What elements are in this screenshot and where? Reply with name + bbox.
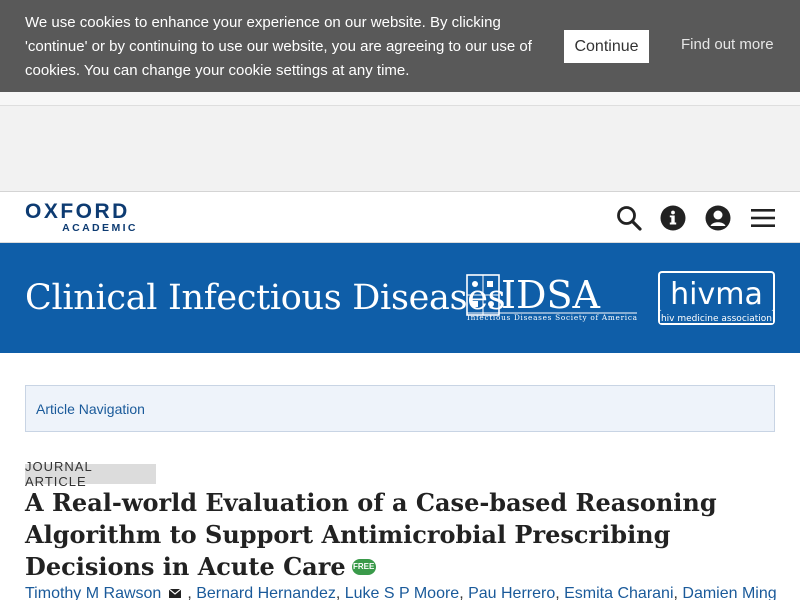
article-title: A Real-world Evaluation of a Case-based … [25, 487, 785, 583]
advertisement-strip [0, 92, 800, 106]
author-separator: , [335, 585, 345, 600]
site-header: OXFORD ACADEMIC [0, 192, 800, 243]
author-link[interactable]: Luke S P Moore [345, 585, 459, 600]
hivma-logo[interactable]: hivma hiv medicine association [658, 271, 775, 325]
author-link[interactable]: Damien Ming [682, 585, 776, 600]
find-out-more-link[interactable]: Find out more [681, 36, 774, 53]
author-link[interactable]: Pau Herrero [468, 585, 555, 600]
logo-sub-text: ACADEMIC [62, 222, 138, 234]
account-icon[interactable] [704, 204, 732, 232]
idsa-name: IDSA [501, 273, 601, 317]
idsa-logo[interactable]: IDSA Infectious Diseases Society of Amer… [466, 272, 638, 322]
menu-icon[interactable] [749, 204, 777, 232]
free-badge: FREE [351, 559, 376, 575]
info-icon[interactable] [659, 204, 687, 232]
oxford-academic-logo[interactable]: OXFORD ACADEMIC [25, 200, 141, 234]
author-link[interactable]: Timothy M Rawson [25, 585, 161, 600]
article-navigation-label: Article Navigation [36, 401, 145, 417]
hivma-name: hivma [670, 277, 763, 312]
journal-title[interactable]: Clinical Infectious Diseases [25, 278, 506, 318]
author-list: Timothy M Rawson, Bernard Hernandez, Luk… [25, 585, 800, 600]
article-navigation[interactable]: Article Navigation [25, 385, 775, 432]
idsa-subtitle: Infectious Diseases Society of America [467, 313, 638, 322]
author-link[interactable]: Esmita Charani [564, 585, 673, 600]
author-separator: , [459, 585, 469, 600]
cookie-message: We use cookies to enhance your experienc… [25, 14, 532, 79]
search-icon[interactable] [615, 204, 643, 232]
logo-main-text: OXFORD [25, 200, 130, 223]
email-icon[interactable] [169, 589, 182, 598]
continue-button[interactable]: Continue [564, 30, 649, 63]
author-separator: , [555, 585, 565, 600]
article-type-tag: JOURNAL ARTICLE [25, 459, 156, 489]
advertisement-area [0, 92, 800, 192]
author-link[interactable]: Bernard Hernandez [196, 585, 336, 600]
cookie-banner: We use cookies to enhance your experienc… [0, 0, 800, 92]
hivma-subtitle: hiv medicine association [661, 314, 772, 324]
author-separator: , [187, 585, 197, 600]
